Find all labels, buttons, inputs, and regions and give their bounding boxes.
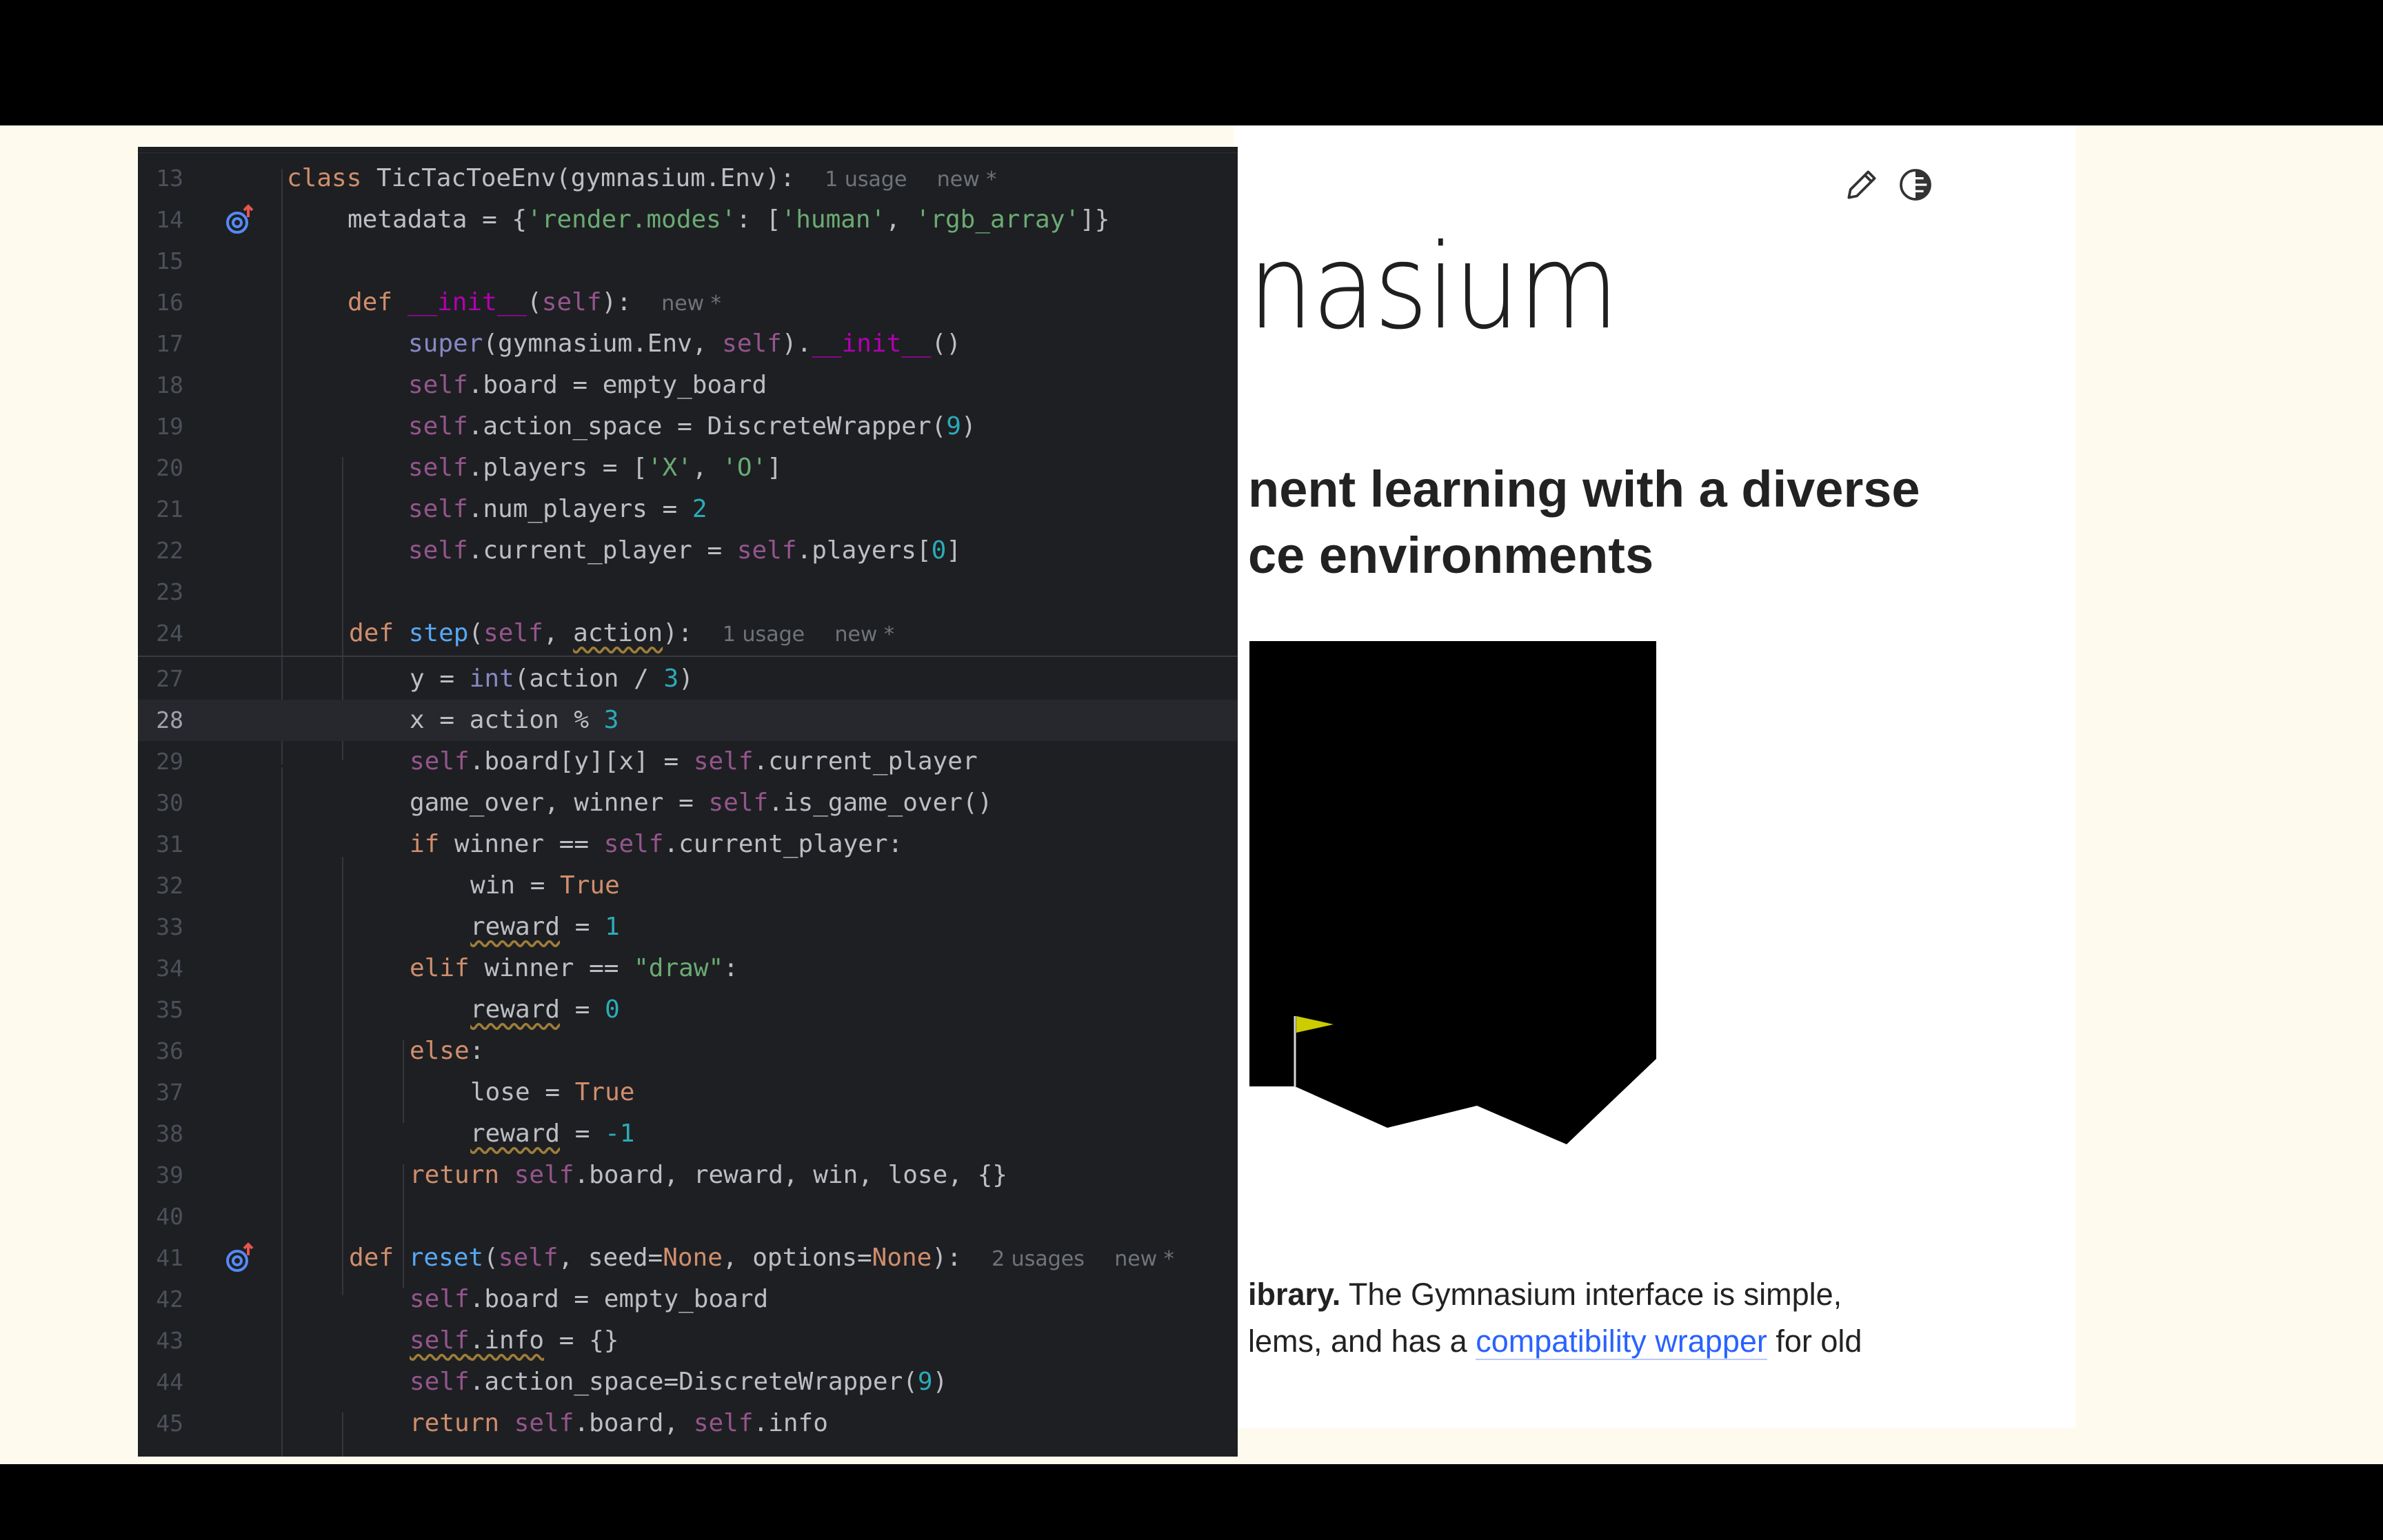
code-line[interactable]: 37 lose = True — [138, 1072, 1238, 1113]
line-number: 38 — [156, 1120, 183, 1147]
code-line[interactable]: 31 if winner == self.current_player: — [138, 824, 1238, 865]
line-number: 19 — [156, 413, 183, 440]
gymnasium-webpage: nasium nent learning with a diverse ce e… — [1234, 125, 2075, 1428]
code-line[interactable]: 22 self.current_player = self.players[0] — [138, 530, 1238, 571]
line-number: 23 — [156, 578, 183, 605]
line-number: 44 — [156, 1368, 183, 1395]
compatibility-wrapper-link[interactable]: compatibility wrapper — [1476, 1324, 1767, 1360]
code-line[interactable]: 35 reward = 0 — [138, 989, 1238, 1031]
override-gutter-icon[interactable] — [223, 1242, 257, 1275]
line-number: 32 — [156, 872, 183, 899]
line-number: 35 — [156, 996, 183, 1023]
usage-hint[interactable]: 1 usage — [825, 168, 907, 192]
line-number: 33 — [156, 913, 183, 940]
line-number: 43 — [156, 1327, 183, 1354]
subtitle-line-2: ce environments — [1248, 527, 1654, 584]
line-number: 42 — [156, 1286, 183, 1313]
line-number: 14 — [156, 206, 183, 233]
override-gutter-icon[interactable] — [223, 203, 257, 236]
code-line[interactable]: 44 self.action_space=DiscreteWrapper(9) — [138, 1361, 1238, 1403]
mountain-car-animation — [1249, 641, 1656, 1144]
theme-toggle-icon[interactable] — [1896, 165, 1935, 204]
code-line[interactable]: 23 — [138, 571, 1238, 613]
code-line[interactable]: 16 def __init__(self): new * — [138, 282, 1238, 323]
line-number: 18 — [156, 372, 183, 398]
new-hint: new * — [936, 168, 997, 192]
new-hint: new * — [1114, 1247, 1174, 1271]
code-line[interactable]: 24 def step(self, action): 1 usage new * — [138, 613, 1238, 654]
line-number: 40 — [156, 1203, 183, 1230]
code-line[interactable]: 42 self.board = empty_board — [138, 1279, 1238, 1320]
code-line[interactable]: 21 self.num_players = 2 — [138, 489, 1238, 530]
code-line[interactable]: 20 self.players = ['X', 'O'] — [138, 447, 1238, 489]
usage-hint[interactable]: 2 usages — [992, 1247, 1085, 1271]
line-number: 16 — [156, 289, 183, 316]
page-subtitle: nent learning with a diverse ce environm… — [1248, 456, 1920, 589]
line-number: 34 — [156, 955, 183, 982]
code-line[interactable]: 13 class TicTacToeEnv(gymnasium.Env): 1 … — [138, 158, 1238, 199]
line-number: 41 — [156, 1244, 183, 1271]
line-number: 31 — [156, 831, 183, 858]
page-title: nasium — [1248, 219, 1619, 356]
line-number: 21 — [156, 496, 183, 523]
line-number: 36 — [156, 1037, 183, 1064]
line-number: 27 — [156, 665, 183, 692]
line-number: 37 — [156, 1079, 183, 1106]
new-hint: new * — [834, 622, 894, 647]
line-number: 24 — [156, 620, 183, 647]
code-line[interactable]: 29 self.board[y][x] = self.current_playe… — [138, 741, 1238, 782]
line-number: 28 — [156, 707, 183, 733]
code-line[interactable]: 17 super(gymnasium.Env, self).__init__() — [138, 323, 1238, 365]
bottom-black-bar — [0, 1464, 2383, 1540]
line-number: 20 — [156, 454, 183, 481]
code-line[interactable]: 45 return self.board, self.info — [138, 1403, 1238, 1444]
code-line[interactable]: 41 def reset(self, seed=None, options=No… — [138, 1237, 1238, 1279]
usage-hint[interactable]: 1 usage — [723, 622, 805, 647]
top-black-bar — [0, 0, 2383, 125]
code-line[interactable]: 15 — [138, 241, 1238, 282]
code-line[interactable]: 27 y = int(action / 3) — [138, 658, 1238, 700]
code-line[interactable]: 36 else: — [138, 1031, 1238, 1072]
code-line-current[interactable]: 28 x = action % 3 — [138, 700, 1238, 741]
code-line[interactable]: 18 self.board = empty_board — [138, 365, 1238, 406]
line-number: 39 — [156, 1162, 183, 1188]
line-number: 30 — [156, 789, 183, 816]
code-line[interactable]: 38 reward = -1 — [138, 1113, 1238, 1155]
code-line[interactable]: 19 self.action_space = DiscreteWrapper(9… — [138, 406, 1238, 447]
line-number: 13 — [156, 165, 183, 192]
subtitle-line-1: nent learning with a diverse — [1248, 460, 1920, 518]
intro-paragraph: ibrary. The Gymnasium interface is simpl… — [1248, 1277, 1862, 1360]
code-line[interactable]: 32 win = True — [138, 865, 1238, 906]
code-editor[interactable]: 13 class TicTacToeEnv(gymnasium.Env): 1 … — [138, 147, 1238, 1457]
code-line[interactable]: 14 metadata = {'render.modes': ['human',… — [138, 199, 1238, 241]
line-number: 15 — [156, 247, 183, 274]
code-line[interactable]: 34 elif winner == "draw": — [138, 948, 1238, 989]
line-number: 22 — [156, 537, 183, 564]
sticky-scroll-separator — [138, 656, 1238, 657]
code-line[interactable]: 40 — [138, 1196, 1238, 1237]
edit-icon[interactable] — [1842, 165, 1881, 204]
code-line[interactable]: 33 reward = 1 — [138, 906, 1238, 948]
line-number: 45 — [156, 1410, 183, 1437]
code-line[interactable]: 43 self.info = {} — [138, 1320, 1238, 1361]
line-number: 17 — [156, 330, 183, 357]
code-line[interactable]: 30 game_over, winner = self.is_game_over… — [138, 782, 1238, 824]
line-number: 29 — [156, 748, 183, 775]
new-hint: new * — [661, 292, 721, 316]
code-line[interactable]: 39 return self.board, reward, win, lose,… — [138, 1155, 1238, 1196]
